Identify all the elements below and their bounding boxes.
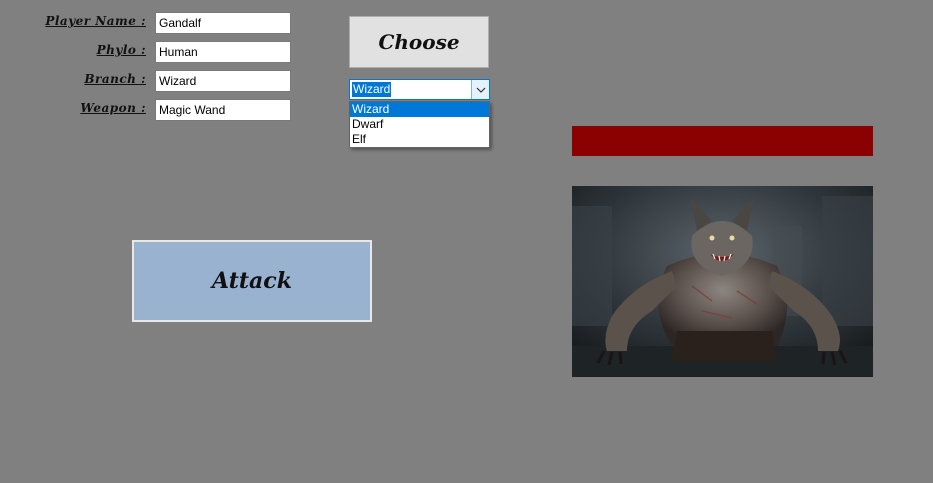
enemy-health-bar bbox=[572, 126, 873, 156]
weapon-field[interactable]: Magic Wand bbox=[155, 99, 291, 121]
werewolf-image bbox=[572, 186, 873, 377]
branch-label: Branch : bbox=[84, 72, 146, 86]
player-name-field[interactable]: Gandalf bbox=[155, 12, 291, 34]
class-select[interactable]: Wizard bbox=[349, 79, 490, 100]
branch-field[interactable]: Wizard bbox=[155, 70, 291, 92]
enemy-portrait bbox=[572, 186, 873, 377]
option-dwarf[interactable]: Dwarf bbox=[350, 117, 489, 132]
choose-button[interactable]: Choose bbox=[349, 16, 489, 68]
weapon-label: Weapon : bbox=[80, 101, 146, 115]
attack-button[interactable]: Attack bbox=[132, 240, 372, 322]
choose-button-label: Choose bbox=[378, 30, 460, 54]
chevron-down-icon[interactable] bbox=[471, 80, 489, 99]
class-select-value: Wizard bbox=[352, 82, 392, 97]
option-elf[interactable]: Elf bbox=[350, 132, 489, 147]
phylo-label: Phylo : bbox=[96, 43, 146, 57]
player-name-label: Player Name : bbox=[45, 14, 146, 28]
class-select-dropdown: Wizard Dwarf Elf bbox=[349, 101, 490, 148]
phylo-field[interactable]: Human bbox=[155, 41, 291, 63]
option-wizard[interactable]: Wizard bbox=[350, 102, 489, 117]
attack-button-label: Attack bbox=[212, 268, 292, 294]
